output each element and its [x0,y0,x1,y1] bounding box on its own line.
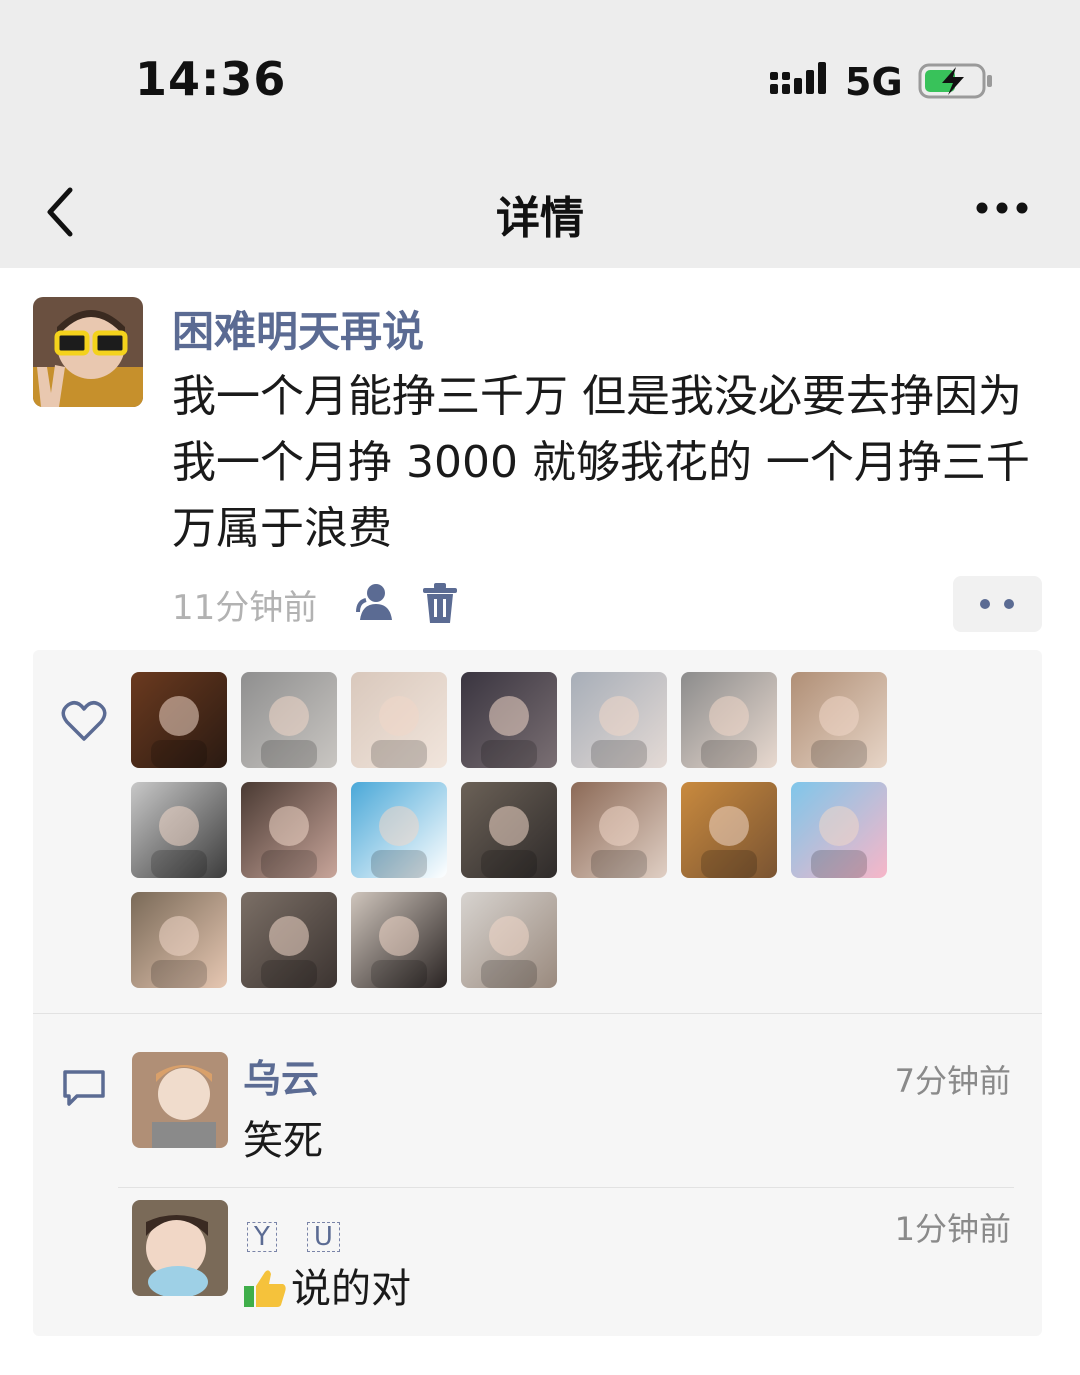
liker-avatar[interactable] [681,672,777,768]
post-author-name[interactable]: 困难明天再说 [172,298,424,359]
likes-comments-panel: 乌云 笑死 7分钟前 YU 说的对 1分钟前 [33,650,1042,1336]
liker-avatar[interactable] [571,672,667,768]
liker-avatar[interactable] [461,672,557,768]
liker-avatar[interactable] [681,782,777,878]
comment-author-name[interactable]: YU [247,1210,370,1254]
liker-avatar[interactable] [571,782,667,878]
signal-icon [770,62,826,94]
avatar-image [351,892,447,988]
post-time: 11分钟前 [172,588,318,628]
liker-avatar[interactable] [131,892,227,988]
comment-time: 1分钟前 [894,1210,1011,1248]
post-content: 我一个月能挣三千万 但是我没必要去挣因为我一个月挣 3000 就够我花的 一个月… [172,371,1030,554]
avatar-image [351,672,447,768]
comment-avatar[interactable] [132,1052,228,1148]
comment-text-body: 说的对 [291,1266,411,1312]
liker-avatar[interactable] [461,892,557,988]
battery-charging-icon [918,63,992,99]
post-author-avatar[interactable] [33,297,143,407]
comment-bubble-icon [63,1070,105,1106]
network-type: 5G [845,60,903,104]
avatar-image [461,672,557,768]
comment-time: 7分钟前 [894,1062,1011,1100]
liker-avatar[interactable] [131,782,227,878]
more-options-icon[interactable] [974,200,1030,216]
two-dots-icon [980,599,1014,609]
avatar-image [241,782,337,878]
liker-avatar[interactable] [131,672,227,768]
avatar-image [132,1200,228,1296]
avatar-image [791,672,887,768]
avatar-image [571,782,667,878]
status-time: 14:36 [135,52,287,106]
nav-bar: 详情 [0,160,1080,268]
comment-divider [118,1187,1014,1188]
visibility-friends-icon[interactable] [352,582,396,622]
liker-avatar[interactable] [461,782,557,878]
avatar-image [681,672,777,768]
delete-trash-icon[interactable] [422,582,458,624]
liker-avatar[interactable] [241,782,337,878]
thumbs-up-emoji-icon [244,1270,286,1307]
avatar-image [241,672,337,768]
avatar-image [131,782,227,878]
avatar-image [132,1052,228,1148]
comment-author-name[interactable]: 乌云 [243,1048,319,1103]
comment-text: 说的对 [243,1256,411,1314]
avatar-image [791,782,887,878]
comment-avatar[interactable] [132,1200,228,1296]
comment-text: 笑死 [243,1118,323,1164]
liker-avatar[interactable] [351,892,447,988]
page-title: 详情 [496,193,584,244]
name-char-box: Y [247,1222,277,1252]
heart-icon [61,701,107,741]
liker-avatar[interactable] [351,672,447,768]
avatar-image [461,892,557,988]
avatar-image [351,782,447,878]
post-action-button[interactable] [953,576,1042,632]
status-bar: 14:36 5G [0,0,1080,160]
liker-avatar[interactable] [241,892,337,988]
liker-avatar[interactable] [791,672,887,768]
avatar-image [241,892,337,988]
avatar-image [131,892,227,988]
liker-avatar[interactable] [351,782,447,878]
avatar-image [131,672,227,768]
liker-avatar[interactable] [241,672,337,768]
avatar-image [33,297,143,407]
liker-avatar[interactable] [791,782,887,878]
name-char-box: U [306,1222,340,1252]
section-divider [33,1013,1042,1014]
avatar-image [571,672,667,768]
avatar-image [681,782,777,878]
avatar-image [461,782,557,878]
